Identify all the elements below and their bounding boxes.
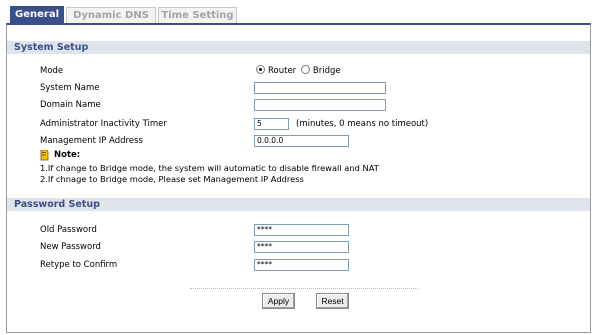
management-ip-input[interactable]: 0.0.0.0 — [254, 135, 349, 147]
note-title: Note: — [54, 150, 81, 160]
reset-button[interactable]: Reset — [316, 293, 349, 309]
domain-name-label: Domain Name — [40, 100, 101, 110]
system-name-input[interactable] — [254, 82, 386, 94]
inactivity-timer-input[interactable]: 5 — [254, 118, 289, 130]
inactivity-timer-label: Administrator Inactivity Timer — [40, 119, 167, 129]
mode-radio-group: Router Bridge — [256, 65, 343, 77]
mode-label: Mode — [40, 66, 64, 76]
mode-router-label: Router — [268, 66, 297, 76]
note-pencil-icon — [40, 150, 49, 161]
inactivity-timer-hint: (minutes, 0 means no timeout) — [296, 119, 429, 129]
new-password-input[interactable]: **** — [254, 241, 349, 253]
mode-bridge-label: Bridge — [312, 66, 341, 76]
tab-dynamic-dns[interactable]: Dynamic DNS — [66, 7, 156, 24]
tab-bar: General Dynamic DNS Time Setting — [4, 5, 592, 24]
tab-time-setting[interactable]: Time Setting — [158, 7, 237, 24]
section-header-password-setup: Password Setup — [7, 197, 590, 211]
system-name-label: System Name — [40, 83, 100, 93]
management-ip-label: Management IP Address — [40, 136, 143, 146]
note-line-2: 2.If chnage to Bridge mode, Please set M… — [40, 174, 304, 184]
tab-general[interactable]: General — [10, 6, 64, 24]
old-password-label: Old Password — [40, 225, 97, 235]
retype-password-label: Retype to Confirm — [40, 260, 118, 270]
button-divider — [190, 288, 418, 289]
apply-button[interactable]: Apply — [262, 293, 295, 309]
new-password-label: New Password — [40, 242, 101, 252]
retype-password-input[interactable]: **** — [254, 259, 349, 271]
mode-router-radio[interactable] — [256, 65, 265, 74]
domain-name-input[interactable] — [254, 99, 386, 111]
section-header-system-setup: System Setup — [7, 40, 590, 54]
note-line-1: 1.If change to Bridge mode, the system w… — [40, 163, 379, 173]
mode-bridge-radio[interactable] — [300, 65, 310, 74]
old-password-input[interactable]: **** — [254, 224, 349, 236]
